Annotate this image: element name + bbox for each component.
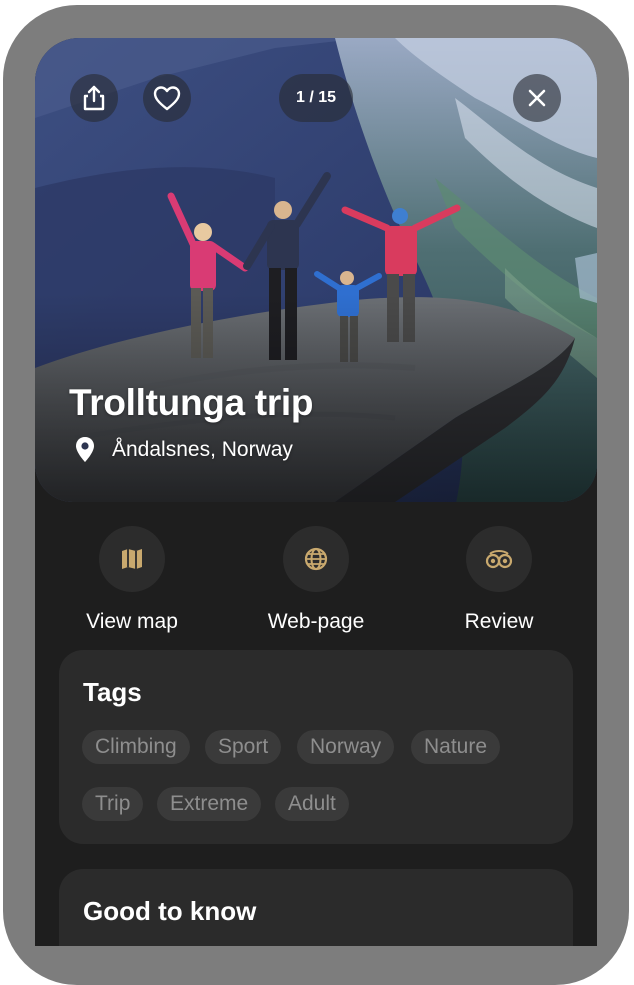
- web-page-circle: [283, 526, 349, 592]
- view-map-label: View map: [86, 610, 178, 633]
- tag-chip[interactable]: Norway: [297, 730, 395, 764]
- review-circle: [466, 526, 532, 592]
- web-page-label: Web-page: [267, 610, 365, 633]
- share-icon: [83, 85, 105, 111]
- tags-card: Tags Climbing Sport Norway Nature Trip E…: [59, 650, 573, 844]
- good-to-know-card: Good to know: [59, 869, 573, 946]
- good-to-know-title: Good to know: [83, 896, 257, 926]
- review-label: Review: [464, 610, 534, 633]
- favorite-button[interactable]: [143, 74, 191, 122]
- web-page-button[interactable]: Web-page: [241, 526, 391, 634]
- location-text: Åndalsnes, Norway: [112, 438, 293, 461]
- trip-location: Åndalsnes, Norway: [73, 436, 293, 464]
- close-icon: [528, 89, 546, 107]
- map-icon: [122, 549, 142, 569]
- share-button[interactable]: [70, 74, 118, 122]
- location-pin-icon: [76, 437, 94, 462]
- tag-chip[interactable]: Sport: [205, 730, 282, 764]
- close-button[interactable]: [513, 74, 561, 122]
- globe-icon: [304, 547, 328, 571]
- tags-title: Tags: [83, 677, 142, 707]
- tag-chip[interactable]: Extreme: [157, 787, 262, 821]
- view-map-button[interactable]: View map: [57, 526, 207, 634]
- trip-title: Trolltunga trip: [69, 382, 314, 423]
- heart-icon: [153, 86, 181, 111]
- tag-chip[interactable]: Nature: [411, 730, 501, 764]
- review-button[interactable]: Review: [424, 526, 574, 634]
- view-map-circle: [99, 526, 165, 592]
- tag-chip[interactable]: Climbing: [82, 730, 190, 764]
- hero-photo[interactable]: 1 / 15 Trolltunga trip Åndalsnes, Norway: [35, 38, 597, 502]
- tag-chip[interactable]: Trip: [82, 787, 144, 821]
- screen: 1 / 15 Trolltunga trip Åndalsnes, Norway…: [35, 38, 597, 946]
- tag-chip[interactable]: Adult: [275, 787, 349, 821]
- tripadvisor-icon: [485, 550, 513, 569]
- photo-counter: 1 / 15: [279, 74, 353, 122]
